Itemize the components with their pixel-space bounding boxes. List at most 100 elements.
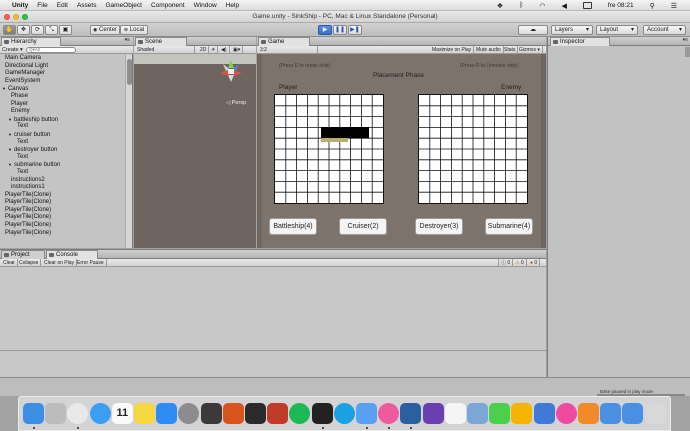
- calendar-icon[interactable]: 11: [111, 403, 133, 424]
- bluetooth-icon[interactable]: ᛒ: [519, 2, 523, 9]
- audio-toggle-icon[interactable]: ◀): [219, 46, 230, 54]
- mail-icon[interactable]: [356, 403, 377, 424]
- battleship-button[interactable]: Battleship(4): [269, 218, 317, 235]
- photos-icon[interactable]: [444, 403, 466, 424]
- launchpad-icon[interactable]: [45, 403, 67, 424]
- xcode-icon[interactable]: [533, 403, 555, 424]
- disclosure-triangle-icon[interactable]: ▼: [8, 147, 12, 152]
- hierarchy-scroll-thumb[interactable]: [127, 59, 132, 85]
- hierarchy-item[interactable]: Text: [2, 139, 124, 147]
- hierarchy-item[interactable]: PlayerTile(Clone): [2, 199, 124, 207]
- hierarchy-search-input[interactable]: Q▾All: [26, 47, 76, 53]
- collapse-toggle[interactable]: Collapse: [17, 259, 42, 267]
- disclosure-triangle-icon[interactable]: ▼: [8, 117, 12, 122]
- hierarchy-item[interactable]: GameManager: [2, 70, 124, 78]
- menu-edit[interactable]: Edit: [57, 2, 68, 9]
- hierarchy-item[interactable]: EventSystem: [2, 78, 124, 86]
- console-log-area[interactable]: [0, 267, 546, 350]
- pivot-center-button[interactable]: ◉ Center: [90, 25, 120, 35]
- projection-label[interactable]: ◁ Persp: [226, 100, 246, 106]
- minimize-window-icon[interactable]: [13, 14, 19, 20]
- stats-toggle[interactable]: Stats: [502, 46, 519, 54]
- books-icon[interactable]: [578, 403, 599, 424]
- hierarchy-item[interactable]: Text: [2, 154, 124, 162]
- submarine-button[interactable]: Submarine(4): [485, 218, 533, 235]
- pivot-local-button[interactable]: ⊕ Local: [120, 25, 148, 35]
- hierarchy-item[interactable]: ▼ submarine button: [2, 161, 124, 169]
- safari-icon[interactable]: [89, 403, 111, 424]
- activity-monitor-icon[interactable]: [200, 403, 222, 424]
- tab-project[interactable]: Project: [1, 250, 45, 259]
- cruiser-button[interactable]: Cruiser(2): [339, 218, 387, 235]
- close-window-icon[interactable]: [4, 14, 10, 20]
- system-preferences-icon[interactable]: [178, 403, 200, 424]
- hierarchy-item[interactable]: PlayerTile(Clone): [2, 192, 124, 200]
- mute-audio-toggle[interactable]: Mute audio: [474, 46, 504, 54]
- inspector-lock-icon[interactable]: [685, 47, 690, 57]
- disclosure-triangle-icon[interactable]: ▼: [8, 132, 12, 137]
- info-count-toggle[interactable]: ⓘ 0: [498, 259, 514, 267]
- disclosure-triangle-icon[interactable]: ▼: [2, 86, 6, 91]
- clear-button[interactable]: Clear: [1, 259, 18, 267]
- shading-mode-dropdown[interactable]: Shaded: [135, 46, 195, 54]
- hierarchy-item[interactable]: instructions1: [2, 184, 124, 192]
- clear-on-play-toggle[interactable]: Clear on Play: [42, 259, 78, 267]
- hierarchy-item[interactable]: PlayerTile(Clone): [2, 214, 124, 222]
- warning-count-toggle[interactable]: ⚠ 0: [513, 259, 527, 267]
- enemy-grid[interactable]: [418, 94, 528, 204]
- spotlight-icon[interactable]: ⚲: [650, 2, 655, 10]
- hierarchy-item[interactable]: instructions2: [2, 177, 124, 185]
- chrome-icon[interactable]: [67, 403, 89, 424]
- player-grid[interactable]: [274, 94, 384, 204]
- error-count-toggle[interactable]: ● 0: [528, 259, 541, 267]
- zoom-window-icon[interactable]: [22, 14, 28, 20]
- cloud-button[interactable]: ☁: [518, 25, 548, 35]
- pause-button[interactable]: ❚❚: [333, 25, 347, 35]
- menu-component[interactable]: Component: [151, 2, 185, 9]
- hierarchy-item[interactable]: PlayerTile(Clone): [2, 207, 124, 215]
- visual-studio-icon[interactable]: [422, 403, 444, 424]
- unity-hub-icon[interactable]: [400, 403, 422, 424]
- hierarchy-item[interactable]: Phase: [2, 93, 124, 101]
- error-pause-toggle[interactable]: Error Pause: [75, 259, 107, 267]
- hierarchy-item[interactable]: ▼ destroyer button: [2, 146, 124, 154]
- scene-gizmo-axis-icon[interactable]: [220, 60, 242, 82]
- maximize-on-play-toggle[interactable]: Maximize on Play: [430, 46, 475, 54]
- finder-icon[interactable]: [23, 403, 44, 424]
- menu-help[interactable]: Help: [226, 2, 239, 9]
- aspect-dropdown[interactable]: 3:2: [258, 46, 318, 54]
- e-app-icon[interactable]: [222, 403, 244, 424]
- app-store-icon[interactable]: [156, 403, 178, 424]
- scale-tool-button[interactable]: ⤡: [45, 25, 58, 35]
- hand-tool-button[interactable]: ✋: [3, 25, 16, 35]
- destroyer-button[interactable]: Destroyer(3): [415, 218, 463, 235]
- documents-folder-icon[interactable]: [622, 403, 644, 424]
- lighting-toggle-icon[interactable]: ☀: [209, 46, 219, 54]
- hierarchy-item[interactable]: ▼ battleship button: [2, 116, 124, 124]
- step-button[interactable]: ▶❚: [348, 25, 362, 35]
- battery-icon[interactable]: [582, 2, 592, 9]
- hierarchy-item[interactable]: Player: [2, 101, 124, 109]
- disclosure-triangle-icon[interactable]: ▼: [8, 162, 12, 167]
- notification-center-icon[interactable]: ☰: [671, 2, 677, 10]
- wifi-icon[interactable]: ◠: [539, 2, 545, 10]
- tab-hierarchy[interactable]: Hierarchy: [1, 37, 61, 46]
- clock[interactable]: fre 08:21: [608, 2, 634, 9]
- messages-icon[interactable]: [489, 403, 511, 424]
- hierarchy-item[interactable]: Enemy: [2, 108, 124, 116]
- placed-ship[interactable]: [321, 127, 369, 138]
- layers-dropdown[interactable]: Layers ▾: [551, 25, 593, 35]
- menu-window[interactable]: Window: [194, 2, 217, 9]
- tab-game[interactable]: Game: [258, 37, 310, 46]
- account-dropdown[interactable]: Account ▾: [643, 25, 686, 35]
- panel-menu-icon[interactable]: ▾≡: [683, 37, 688, 43]
- play-button[interactable]: ▶: [318, 25, 332, 35]
- hierarchy-item[interactable]: ▼ cruiser button: [2, 131, 124, 139]
- tab-console[interactable]: Console: [46, 250, 98, 259]
- spotify-icon[interactable]: [289, 403, 311, 424]
- hierarchy-scrollbar[interactable]: [125, 55, 132, 248]
- menu-assets[interactable]: Assets: [77, 2, 97, 9]
- hierarchy-item[interactable]: PlayerTile(Clone): [2, 230, 124, 238]
- hierarchy-item[interactable]: Directional Light: [2, 63, 124, 71]
- skype-icon[interactable]: [333, 403, 355, 424]
